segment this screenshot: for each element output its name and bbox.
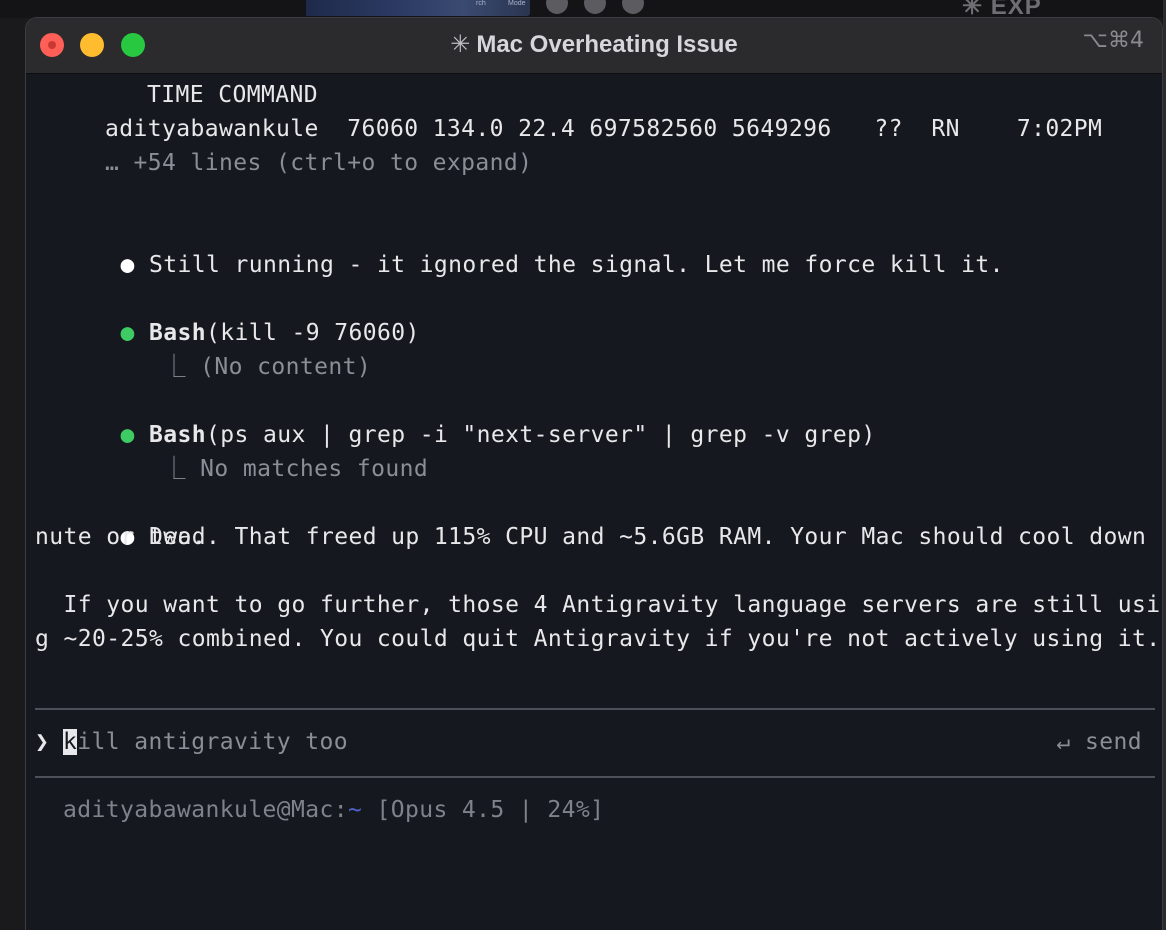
prompt-input-text: ill antigravity too — [77, 729, 348, 755]
assistant-message: ● Still running - it ignored the signal.… — [35, 214, 1004, 278]
tool-result-text: No matches found — [200, 456, 429, 482]
result-corner-icon: ⎿ — [162, 456, 186, 482]
window-title: ✳ Mac Overheating Issue — [26, 30, 1162, 59]
input-bottom-divider — [35, 776, 1155, 778]
tool-call: ● Bash(kill -9 76060) — [35, 282, 420, 346]
prompt-row[interactable]: ❯ kill antigravity too ↵ send — [26, 725, 1162, 759]
prompt-chevron-icon: ❯ — [35, 729, 50, 755]
ps-header: TIME COMMAND — [147, 82, 318, 108]
status-user-host: adityabawankule@Mac: — [63, 797, 348, 823]
expand-hint[interactable]: … +54 lines (ctrl+o to expand) — [105, 146, 532, 180]
tool-result: ⎿ No matches found — [77, 418, 428, 482]
input-top-divider — [35, 708, 1155, 710]
background-window-traffic-lights — [546, 0, 660, 18]
desktop-window-thumbnail: rch Mode — [306, 0, 530, 16]
sparkle-icon: ✳ — [450, 31, 471, 58]
message-continuation: nute or two. — [35, 524, 206, 550]
tool-call: ● Bash(ps aux | grep -i "next-server" | … — [35, 384, 876, 448]
message-text: Dead. That freed up 115% CPU and ~5.6GB … — [148, 524, 1163, 550]
status-line: adityabawankule@Mac:~ [Opus 4.5 | 24%] — [63, 793, 604, 827]
assistant-message: ● Dead. That freed up 115% CPU and ~5.6G… — [35, 486, 1162, 550]
message-text: Still running - it ignored the signal. L… — [148, 252, 1004, 278]
text-cursor: k — [63, 729, 78, 755]
prompt-input[interactable]: kill antigravity too — [63, 725, 348, 759]
thumbnail-label: Mode — [508, 0, 526, 7]
send-hint[interactable]: ↵ send — [1057, 725, 1142, 759]
terminal-window: ✳ Mac Overheating Issue ⌥⌘4 TIME COMMAND … — [25, 17, 1163, 930]
window-title-text: Mac Overheating Issue — [476, 31, 738, 58]
message-paragraph: If you want to go further, those 4 Antig… — [35, 592, 1163, 618]
status-path: ~ — [347, 797, 363, 823]
title-bar[interactable]: ✳ Mac Overheating Issue ⌥⌘4 — [26, 18, 1162, 74]
tool-result-text: (No content) — [200, 354, 372, 380]
status-model-info: [Opus 4.5 | 24%] — [362, 797, 605, 823]
window-shortcut: ⌥⌘4 — [1082, 28, 1144, 53]
tool-result: ⎿ (No content) — [77, 316, 371, 380]
thumbnail-label: rch — [476, 0, 486, 7]
ps-row: adityabawankule 76060 134.0 22.4 6975825… — [105, 116, 1103, 142]
result-corner-icon: ⎿ — [162, 354, 186, 380]
message-continuation: g ~20-25% combined. You could quit Antig… — [35, 626, 1161, 652]
terminal-content[interactable]: TIME COMMAND adityabawankule 76060 134.0… — [26, 74, 1162, 930]
message-bullet-icon: ● — [120, 252, 135, 278]
